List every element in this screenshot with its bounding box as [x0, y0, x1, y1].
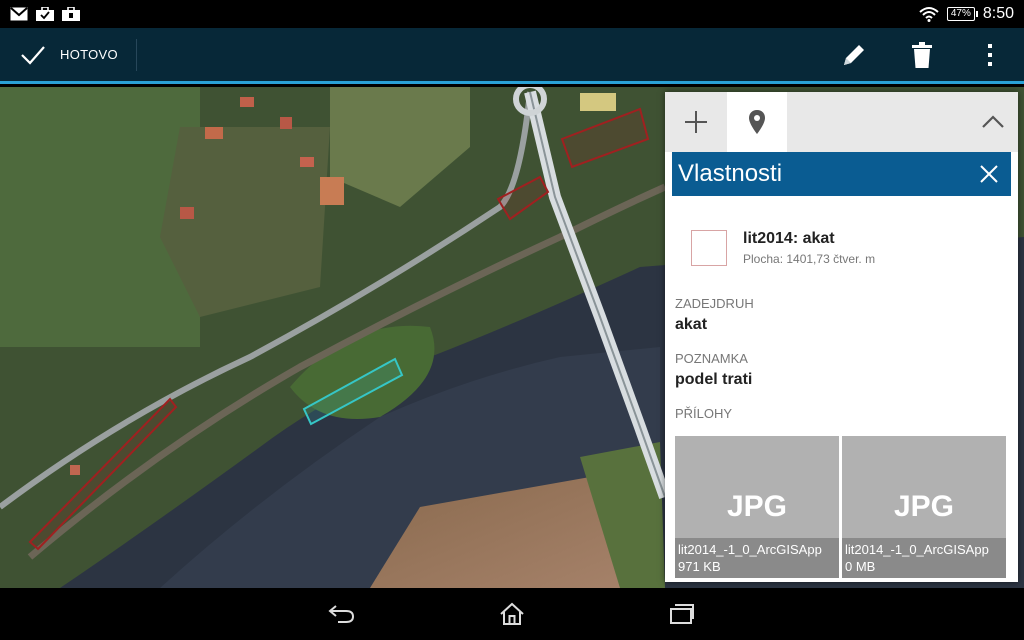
attachment-size: 0 MB — [845, 559, 876, 574]
field-label: POZNAMKA — [675, 351, 748, 366]
notification-icons — [10, 7, 80, 21]
status-bar: 47% 8:50 — [0, 0, 1024, 28]
recents-icon — [670, 604, 694, 624]
navigation-bar — [0, 588, 1024, 640]
attachments-list: JPG lit2014_-1_0_ArcGISApp 971 KB JPG li… — [675, 436, 1007, 578]
overflow-menu-icon — [988, 43, 992, 66]
attachment-type: JPG — [893, 490, 955, 523]
panel-title: Vlastnosti — [678, 160, 783, 187]
done-button[interactable]: HOTOVO — [0, 38, 137, 71]
battery-indicator: 47% — [946, 7, 978, 21]
back-button[interactable] — [317, 594, 367, 634]
wifi-icon — [919, 7, 939, 22]
feature-area: Plocha: 1401,73 čtver. m — [743, 252, 876, 266]
done-label: HOTOVO — [60, 47, 118, 62]
feature-name: lit2014: akat — [743, 230, 835, 247]
close-button[interactable] — [967, 152, 1011, 196]
field-label: ZADEJDRUH — [675, 296, 754, 311]
back-icon — [328, 605, 355, 623]
field-value: akat — [675, 316, 708, 333]
action-bar: HOTOVO — [0, 28, 1024, 84]
tab-add[interactable] — [665, 92, 727, 152]
attachment-item[interactable]: JPG lit2014_-1_0_ArcGISApp 971 KB — [675, 436, 839, 578]
add-icon — [685, 111, 707, 133]
panel-header: Vlastnosti — [672, 152, 1011, 196]
delete-button[interactable] — [888, 27, 956, 83]
trash-icon — [912, 41, 932, 68]
field-zadejdruh: ZADEJDRUH akat — [665, 296, 1018, 334]
attachment-size: 971 KB — [678, 559, 721, 574]
location-pin-icon — [749, 110, 765, 134]
briefcase-icon — [36, 7, 54, 21]
feature-summary: lit2014: akat Plocha: 1401,73 čtver. m — [665, 196, 1018, 266]
attachment-meta: lit2014_-1_0_ArcGISApp 0 MB — [842, 538, 1006, 578]
tab-properties[interactable] — [727, 92, 787, 152]
attachment-name: lit2014_-1_0_ArcGISApp — [845, 542, 989, 557]
chevron-up-icon — [982, 115, 1004, 128]
close-icon — [980, 165, 998, 183]
recents-button[interactable] — [657, 594, 707, 634]
attachments-label: PŘÍLOHY — [675, 406, 733, 421]
collapse-button[interactable] — [968, 92, 1018, 152]
panel-tabs — [665, 92, 1018, 152]
briefcase-icon — [62, 7, 80, 21]
edit-button[interactable] — [820, 27, 888, 83]
clock: 8:50 — [982, 5, 1014, 22]
attachment-name: lit2014_-1_0_ArcGISApp — [678, 542, 822, 557]
overflow-menu-button[interactable] — [956, 27, 1024, 83]
pencil-icon — [844, 44, 864, 65]
checkmark-icon — [21, 45, 45, 65]
attachment-meta: lit2014_-1_0_ArcGISApp 971 KB — [675, 538, 839, 578]
properties-panel: Vlastnosti lit2014: akat Plocha: 1401,73… — [665, 92, 1018, 582]
attachment-item[interactable]: JPG lit2014_-1_0_ArcGISApp 0 MB — [842, 436, 1006, 578]
field-poznamka: POZNAMKA podel trati — [665, 351, 1018, 389]
home-icon — [500, 602, 524, 625]
gmail-icon — [10, 7, 28, 21]
attachments-section: PŘÍLOHY — [665, 406, 1018, 421]
feature-symbol — [691, 230, 727, 266]
field-value: podel trati — [675, 371, 753, 388]
home-button[interactable] — [487, 594, 537, 634]
attachment-type: JPG — [726, 490, 788, 523]
